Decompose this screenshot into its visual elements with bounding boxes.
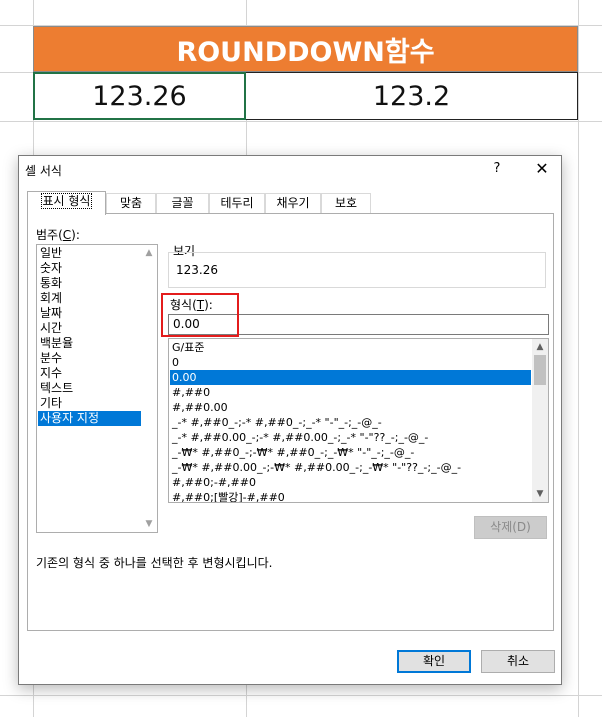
scroll-down-icon[interactable]: ▼ (141, 516, 157, 532)
title-cell[interactable]: ROUNDDOWN함수 (33, 26, 578, 72)
ok-button[interactable]: 확인 (397, 650, 471, 673)
category-item[interactable]: 백분율 (38, 336, 142, 351)
gridline (0, 121, 602, 122)
format-cells-dialog: 셀 서식 ? ✕ 표시 형식 맞춤 글꼴 테두리 채우기 보호 범주(C): 일… (18, 155, 562, 685)
cancel-button[interactable]: 취소 (481, 650, 555, 673)
category-item-selected[interactable]: 사용자 지정 (38, 411, 142, 426)
tab-label: 테두리 (220, 196, 254, 210)
format-item-selected[interactable]: 0.00 (170, 370, 531, 385)
tab-label: 보호 (334, 196, 358, 210)
tab-font[interactable]: 글꼴 (156, 193, 209, 214)
tab-label: 채우기 (276, 196, 310, 210)
tab-protection[interactable]: 보호 (321, 193, 371, 214)
format-item[interactable]: #,##0 (170, 385, 531, 400)
category-item[interactable]: 분수 (38, 351, 142, 366)
tab-label: 표시 형식 (40, 193, 93, 209)
sample-value: 123.26 (176, 263, 218, 277)
category-label: 범주(C): (36, 228, 80, 242)
category-scrollbar[interactable]: ▲ ▼ (141, 245, 157, 532)
close-icon: ✕ (535, 159, 549, 178)
tab-fill[interactable]: 채우기 (265, 193, 321, 214)
dialog-title: 셀 서식 (25, 164, 62, 178)
format-item[interactable]: #,##0.00 (170, 400, 531, 415)
description-text: 기존의 형식 중 하나를 선택한 후 변형시킵니다. (36, 556, 273, 570)
format-item[interactable]: #,##0;[빨강]-#,##0 (170, 490, 531, 502)
category-item[interactable]: 통화 (38, 276, 142, 291)
format-scrollbar[interactable]: ▲ ▼ (532, 339, 548, 502)
gridline (0, 695, 602, 696)
scroll-down-icon[interactable]: ▼ (532, 486, 548, 502)
gridline (578, 0, 579, 717)
close-button[interactable]: ✕ (532, 158, 552, 180)
sample-box: 123.26 (168, 252, 546, 288)
category-list[interactable]: 일반 숫자 통화 회계 날짜 시간 백분율 분수 지수 텍스트 기타 사용자 지… (36, 244, 158, 533)
category-item[interactable]: 숫자 (38, 261, 142, 276)
scroll-thumb[interactable] (534, 355, 546, 385)
format-item[interactable]: _-* #,##0_-;-* #,##0_-;_-* "-"_-;_-@_- (170, 415, 531, 430)
category-item[interactable]: 텍스트 (38, 381, 142, 396)
format-item[interactable]: G/표준 (170, 340, 531, 355)
tab-label: 맞춤 (119, 196, 143, 210)
cell-original-value[interactable]: 123.26 (33, 72, 246, 120)
category-item[interactable]: 일반 (38, 246, 142, 261)
format-item[interactable]: _-* #,##0.00_-;-* #,##0.00_-;_-* "-"??_-… (170, 430, 531, 445)
format-item[interactable]: _-₩* #,##0.00_-;-₩* #,##0.00_-;_-₩* "-"?… (170, 460, 531, 475)
cell-rounddown-result[interactable]: 123.2 (246, 72, 578, 120)
category-item[interactable]: 기타 (38, 396, 142, 411)
category-item[interactable]: 시간 (38, 321, 142, 336)
category-item[interactable]: 회계 (38, 291, 142, 306)
number-tab-panel: 범주(C): 일반 숫자 통화 회계 날짜 시간 백분율 분수 지수 텍스트 기… (27, 213, 554, 631)
delete-button[interactable]: 삭제(D) (474, 516, 547, 539)
help-button[interactable]: ? (489, 159, 505, 179)
format-item[interactable]: _-₩* #,##0_-;-₩* #,##0_-;_-₩* "-"_-;_-@_… (170, 445, 531, 460)
format-item[interactable]: #,##0;-#,##0 (170, 475, 531, 490)
tab-border[interactable]: 테두리 (209, 193, 265, 214)
scroll-up-icon[interactable]: ▲ (141, 245, 157, 261)
scroll-up-icon[interactable]: ▲ (532, 339, 548, 355)
tab-number[interactable]: 표시 형식 (27, 191, 106, 215)
category-item[interactable]: 날짜 (38, 306, 142, 321)
tab-alignment[interactable]: 맞춤 (106, 193, 156, 214)
category-item[interactable]: 지수 (38, 366, 142, 381)
tab-label: 글꼴 (171, 196, 194, 210)
format-item[interactable]: 0 (170, 355, 531, 370)
highlight-box (161, 293, 239, 337)
dialog-titlebar[interactable]: 셀 서식 ? ✕ (19, 156, 561, 184)
format-list[interactable]: G/표준 0 0.00 #,##0 #,##0.00 _-* #,##0_-;-… (168, 338, 549, 503)
